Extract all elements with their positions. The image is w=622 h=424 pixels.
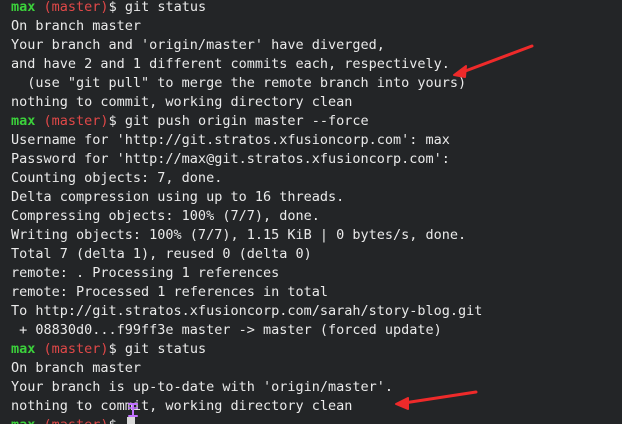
output-line: nothing to commit, working directory cle… [11, 94, 353, 110]
prompt-user: max [11, 0, 36, 15]
prompt-symbol: $ [109, 417, 117, 424]
output-line: remote: . Processing 1 references [11, 265, 280, 281]
prompt-line: max (master)$ [11, 416, 622, 424]
output-line: Delta compression using up to 16 threads… [11, 189, 345, 205]
prompt-branch: (master) [43, 0, 109, 15]
output-line: and have 2 and 1 different commits each,… [11, 56, 450, 72]
prompt-branch: (master) [43, 341, 109, 357]
mouse-ibeam-cursor-icon [128, 403, 138, 417]
output-line: Counting objects: 7, done. [11, 170, 223, 186]
output-line: remote: Processed 1 references in total [11, 284, 328, 300]
prompt-line: max (master)$ git status [11, 340, 622, 359]
text-cursor [126, 417, 135, 424]
command-text: git push origin master --force [116, 113, 369, 129]
output-line: Writing objects: 100% (7/7), 1.15 KiB | … [11, 227, 467, 243]
command-text: git status [116, 0, 207, 15]
output-line: To http://git.stratos.xfusioncorp.com/sa… [11, 303, 483, 319]
prompt-user: max [11, 341, 36, 357]
prompt-line: max (master)$ git status [11, 0, 622, 17]
output-line: Username for 'http://git.stratos.xfusion… [11, 132, 450, 148]
output-line: Total 7 (delta 1), reused 0 (delta 0) [11, 246, 312, 262]
output-line: Your branch is up-to-date with 'origin/m… [11, 379, 394, 395]
command-text [117, 417, 125, 424]
output-line: + 08830d0...f99ff3e master -> master (fo… [11, 322, 442, 338]
output-line: Compressing objects: 100% (7/7), done. [11, 208, 320, 224]
output-line: On branch master [11, 360, 142, 376]
prompt-branch: (master) [43, 113, 109, 129]
output-line: nothing to commit, working directory cle… [11, 398, 353, 414]
prompt-symbol: $ [108, 113, 117, 129]
output-line: (use "git pull" to merge the remote bran… [11, 75, 467, 91]
prompt-symbol: $ [108, 0, 117, 15]
prompt-user: max [11, 417, 35, 424]
terminal-output[interactable]: max (master)$ git status On branch master… [0, 0, 622, 424]
output-line: Your branch and 'origin/master' have div… [11, 37, 385, 53]
prompt-symbol: $ [108, 341, 117, 357]
prompt-line: max (master)$ git push origin master --f… [11, 112, 622, 131]
prompt-user: max [11, 113, 36, 129]
prompt-branch: (master) [44, 417, 109, 424]
output-line: Password for 'http://max@git.stratos.xfu… [11, 151, 450, 167]
output-line: On branch master [11, 18, 142, 34]
command-text: git status [116, 341, 207, 357]
